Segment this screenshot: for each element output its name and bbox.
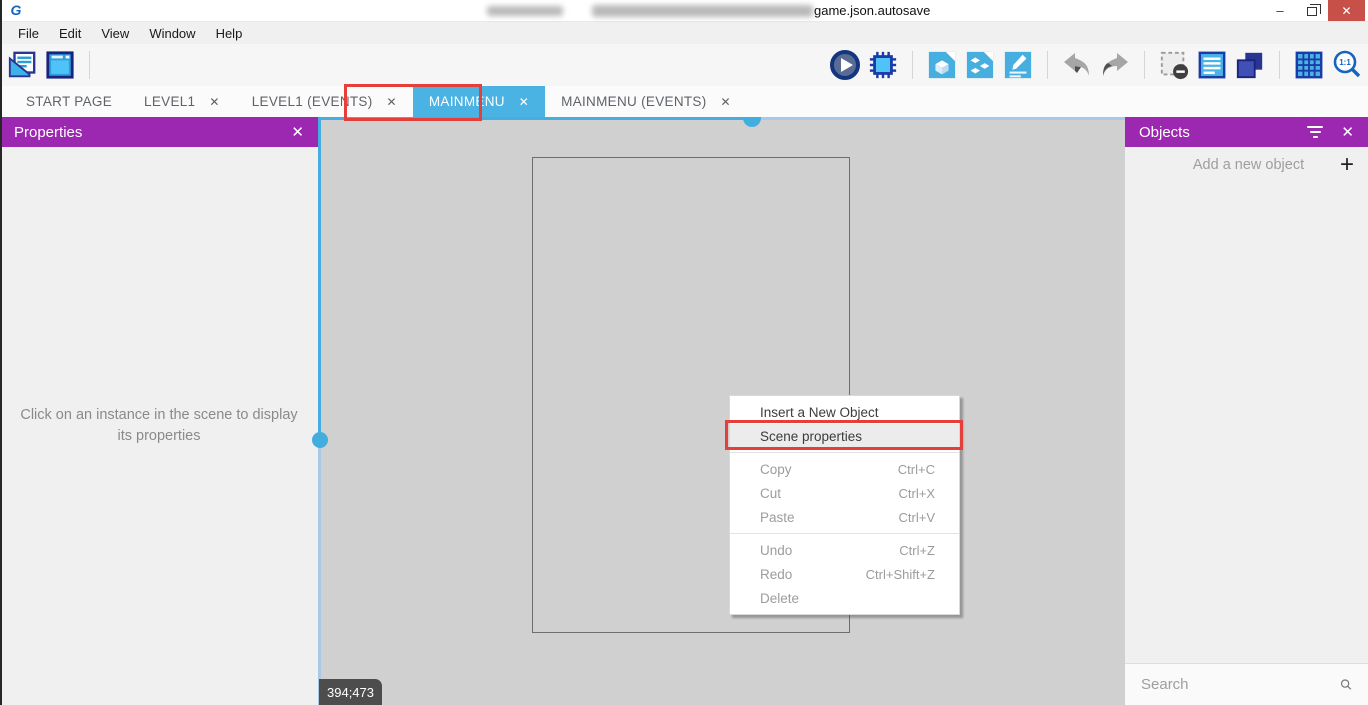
- scene-canvas[interactable]: [321, 117, 1125, 705]
- tab-close-icon[interactable]: ✕: [387, 95, 397, 109]
- undo-icon[interactable]: [1061, 49, 1093, 81]
- menu-item-label: Copy: [760, 462, 792, 477]
- tab-label: LEVEL1: [144, 94, 195, 109]
- restore-icon: [1307, 7, 1317, 16]
- minimize-button[interactable]: –: [1264, 0, 1296, 21]
- menu-item-label: Scene properties: [760, 429, 862, 444]
- menu-item-copy[interactable]: Copy Ctrl+C: [730, 457, 959, 481]
- toolbar-separator: [1279, 51, 1280, 79]
- tab-close-icon[interactable]: ✕: [519, 95, 529, 109]
- grid-icon[interactable]: [1293, 49, 1325, 81]
- debug-icon[interactable]: [867, 49, 899, 81]
- menu-file[interactable]: File: [8, 26, 49, 41]
- menu-item-label: Insert a New Object: [760, 405, 879, 420]
- tab-level1-events[interactable]: LEVEL1 (EVENTS) ✕: [236, 86, 413, 117]
- title-bar: G game.json.autosave – ✕: [0, 0, 1368, 22]
- toolbar-separator: [1144, 51, 1145, 79]
- menu-item-scene-properties[interactable]: Scene properties: [730, 424, 959, 448]
- edit-scene-icon[interactable]: [1002, 49, 1034, 81]
- add-object-button[interactable]: Add a new object +: [1125, 147, 1368, 183]
- gdevelop-logo-icon: G: [8, 2, 24, 18]
- top-divider: [744, 117, 1125, 120]
- menu-item-delete[interactable]: Delete: [730, 586, 959, 610]
- close-icon[interactable]: ✕: [1341, 123, 1354, 141]
- svg-text:1:1: 1:1: [1339, 58, 1351, 67]
- search-input[interactable]: [1141, 676, 1340, 693]
- menu-item-cut[interactable]: Cut Ctrl+X: [730, 481, 959, 505]
- menu-item-insert-new-object[interactable]: Insert a New Object: [730, 400, 959, 424]
- tab-mainmenu[interactable]: MAINMENU ✕: [413, 86, 545, 117]
- tab-label: START PAGE: [26, 94, 112, 109]
- render-mask-icon[interactable]: [1158, 49, 1190, 81]
- redacted-title-segment: [487, 6, 563, 16]
- instance-properties-icon[interactable]: [1196, 49, 1228, 81]
- play-icon[interactable]: [829, 49, 861, 81]
- tab-mainmenu-events[interactable]: MAINMENU (EVENTS) ✕: [545, 86, 747, 117]
- redo-icon[interactable]: [1099, 49, 1131, 81]
- menu-shortcut: Ctrl+Z: [899, 543, 935, 558]
- menu-item-label: Paste: [760, 510, 795, 525]
- menu-shortcut: Ctrl+C: [898, 462, 935, 477]
- plus-icon: +: [1340, 153, 1354, 177]
- close-icon[interactable]: ✕: [291, 123, 304, 141]
- menu-item-redo[interactable]: Redo Ctrl+Shift+Z: [730, 562, 959, 586]
- cursor-coordinates: 394;473: [319, 679, 382, 705]
- menu-separator: [730, 452, 959, 453]
- properties-title: Properties: [14, 124, 82, 141]
- add-object-icon[interactable]: [926, 49, 958, 81]
- search-icon: [1340, 675, 1352, 694]
- menu-shortcut: Ctrl+X: [899, 486, 935, 501]
- redacted-title-segment: [592, 5, 813, 17]
- menu-item-label: Delete: [760, 591, 799, 606]
- filter-icon[interactable]: [1307, 126, 1323, 138]
- zoom-1-1-icon[interactable]: 1:1: [1331, 49, 1363, 81]
- tab-label: MAINMENU: [429, 94, 505, 109]
- left-divider: [318, 117, 321, 432]
- tab-label: LEVEL1 (EVENTS): [252, 94, 373, 109]
- menu-shortcut: Ctrl+Shift+Z: [866, 567, 935, 582]
- menu-window[interactable]: Window: [139, 26, 205, 41]
- layers-icon[interactable]: [1234, 49, 1266, 81]
- objects-title: Objects: [1139, 124, 1190, 141]
- tab-close-icon[interactable]: ✕: [209, 95, 219, 109]
- window-title: game.json.autosave: [814, 3, 930, 18]
- left-divider: [318, 432, 321, 705]
- objects-panel: Objects ✕ Add a new object +: [1125, 117, 1368, 705]
- tab-close-icon[interactable]: ✕: [721, 95, 731, 109]
- menu-bar: File Edit View Window Help: [0, 22, 1368, 44]
- menu-separator: [730, 533, 959, 534]
- menu-shortcut: Ctrl+V: [899, 510, 935, 525]
- toolbar-separator: [1047, 51, 1048, 79]
- add-object-label: Add a new object: [1139, 157, 1340, 173]
- object-search-bar: [1125, 663, 1368, 705]
- tab-start-page[interactable]: START PAGE: [10, 86, 128, 117]
- menu-view[interactable]: View: [91, 26, 139, 41]
- menu-help[interactable]: Help: [206, 26, 253, 41]
- properties-header: Properties ✕: [0, 117, 318, 147]
- menu-item-label: Undo: [760, 543, 792, 558]
- restore-button[interactable]: [1296, 0, 1328, 21]
- menu-edit[interactable]: Edit: [49, 26, 91, 41]
- objects-header: Objects ✕: [1125, 117, 1368, 147]
- tab-level1[interactable]: LEVEL1 ✕: [128, 86, 236, 117]
- top-divider: [321, 117, 744, 120]
- instances-list-icon[interactable]: [964, 49, 996, 81]
- left-drag-handle[interactable]: [312, 432, 328, 448]
- tab-bar: START PAGE LEVEL1 ✕ LEVEL1 (EVENTS) ✕ MA…: [0, 86, 1368, 117]
- context-menu: Insert a New Object Scene properties Cop…: [729, 395, 960, 615]
- tab-label: MAINMENU (EVENTS): [561, 94, 706, 109]
- properties-empty-message: Click on an instance in the scene to dis…: [14, 405, 304, 447]
- menu-item-label: Redo: [760, 567, 792, 582]
- menu-item-label: Cut: [760, 486, 781, 501]
- project-manager-icon[interactable]: [6, 49, 38, 81]
- window-left-edge: [0, 0, 2, 705]
- close-button[interactable]: ✕: [1328, 0, 1365, 21]
- menu-item-undo[interactable]: Undo Ctrl+Z: [730, 538, 959, 562]
- properties-panel: Properties ✕ Click on an instance in the…: [0, 117, 318, 705]
- toolbar: 1:1: [0, 44, 1368, 86]
- start-page-icon[interactable]: [44, 49, 76, 81]
- toolbar-separator: [912, 51, 913, 79]
- menu-item-paste[interactable]: Paste Ctrl+V: [730, 505, 959, 529]
- toolbar-separator: [89, 51, 90, 79]
